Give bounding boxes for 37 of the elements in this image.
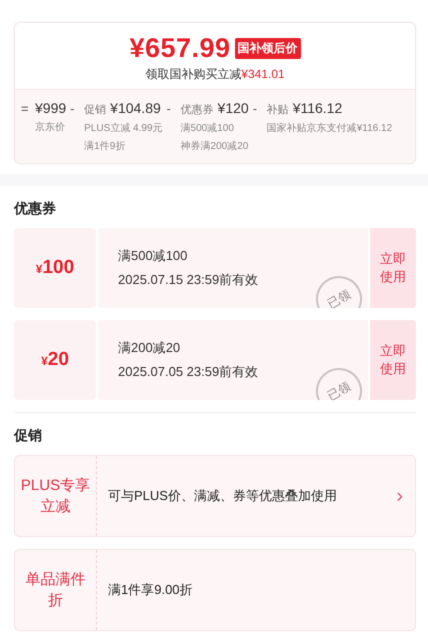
promotion-card[interactable]: 单品满件折 满1件享9.00折	[14, 549, 416, 631]
operator: -	[166, 101, 172, 116]
promotion-tag: PLUS专享立减	[15, 456, 97, 536]
promotion-description: 可与PLUS价、满减、券等优惠叠加使用	[107, 487, 338, 505]
subsidy-text: 领取国补购买立减¥341.01	[145, 66, 285, 83]
breakdown-value: ¥120	[218, 100, 249, 116]
breakdown-note: 国家补贴京东支付减¥116.12	[266, 122, 392, 135]
breakdown-note: PLUS立减 4.99元	[84, 122, 163, 135]
breakdown-note: 神券满200减20	[180, 140, 249, 153]
coupon-amount: ¥20	[41, 349, 69, 371]
coupon-amount: ¥100	[36, 257, 74, 279]
breakdown-label: 优惠券	[180, 102, 214, 117]
coupon-condition: 满200减20	[118, 339, 182, 357]
promotion-card[interactable]: PLUS专享立减 可与PLUS价、满减、券等优惠叠加使用 ›	[14, 455, 416, 537]
breakdown-note: 京东价	[35, 120, 66, 134]
breakdown-value: ¥104.89	[110, 100, 161, 116]
breakdown-label: 补贴	[266, 102, 289, 117]
coupon-validity: 2025.07.15 23:59前有效	[118, 271, 260, 289]
section-title: 优惠券	[14, 200, 57, 218]
coupon-validity: 2025.07.05 23:59前有效	[118, 363, 260, 381]
operator: -	[70, 101, 76, 116]
section-title: 促销	[14, 427, 43, 445]
operator: -	[252, 101, 258, 116]
breakdown-value: ¥999	[35, 100, 66, 116]
breakdown-note: 满1件9折	[84, 140, 126, 153]
breakdown-label: 促销	[84, 103, 106, 117]
chevron-icon: ›	[396, 484, 403, 508]
operator: =	[21, 101, 30, 116]
coupon-condition: 满500减100	[118, 247, 188, 265]
promotion-description: 满1件享9.00折	[107, 581, 194, 599]
promotion-tag: 单品满件折	[15, 550, 97, 630]
breakdown-value: ¥116.12	[292, 100, 342, 116]
use-now-button[interactable]: 立即使用	[370, 228, 416, 308]
use-now-button[interactable]: 立即使用	[370, 320, 416, 400]
breakdown-note: 满500减100	[180, 122, 235, 135]
final-price: ¥657.99	[129, 33, 231, 64]
price-badge: 国补领后价	[234, 38, 301, 59]
